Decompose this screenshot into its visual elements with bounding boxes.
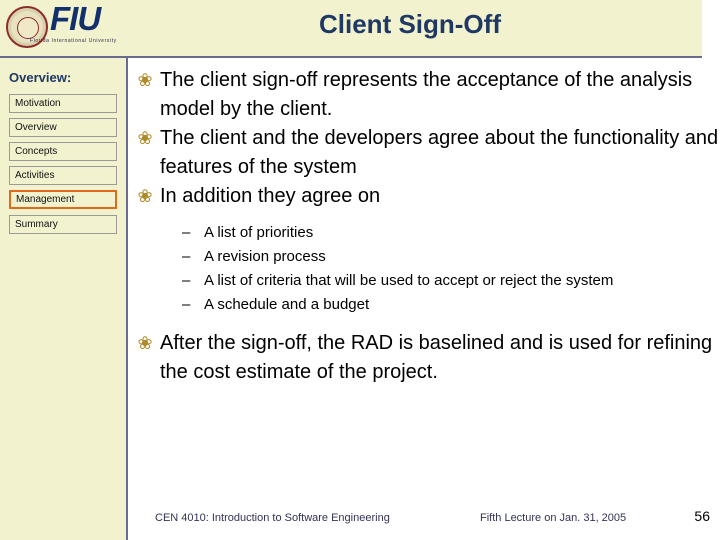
flower-bullet-icon: ❀	[137, 128, 153, 148]
sub-bullet-text: A list of criteria that will be used to …	[204, 272, 614, 289]
sidebar-item-activities[interactable]: Activities	[9, 166, 117, 185]
sub-bullet-item: – A list of criteria that will be used t…	[182, 269, 720, 293]
footer: CEN 4010: Introduction to Software Engin…	[130, 512, 690, 532]
sub-bullet-item: – A list of priorities	[182, 221, 720, 245]
bullet-text: After the sign-off, the RAD is baselined…	[160, 332, 713, 383]
sidebar-item-concepts[interactable]: Concepts	[9, 142, 117, 161]
sidebar-heading: Overview:	[9, 70, 72, 85]
dash-bullet-icon: –	[182, 224, 191, 241]
bullet-item: ❀ The client sign-off represents the acc…	[130, 66, 720, 124]
sidebar-item-overview[interactable]: Overview	[9, 118, 117, 137]
logo-subtitle: Florida International University	[30, 38, 117, 44]
bullet-text: The client and the developers agree abou…	[160, 127, 719, 178]
bullet-item: ❀ After the sign-off, the RAD is baselin…	[130, 329, 720, 387]
page-number: 56	[694, 508, 710, 524]
slide-body: ❀ The client sign-off represents the acc…	[130, 66, 720, 506]
sub-bullet-item: – A schedule and a budget	[182, 293, 720, 317]
bullet-text: The client sign-off represents the accep…	[160, 69, 693, 120]
fiu-logo: FIU Florida International University	[0, 0, 128, 58]
sidebar-item-label: Management	[16, 194, 75, 205]
sidebar-item-management[interactable]: Management	[9, 190, 117, 209]
sidebar-item-label: Motivation	[15, 98, 61, 109]
bullet-item: ❀ In addition they agree on	[130, 182, 720, 211]
logo-wordmark: FIU	[50, 0, 101, 37]
sub-bullet-list: – A list of priorities – A revision proc…	[182, 221, 720, 317]
sidebar-item-summary[interactable]: Summary	[9, 215, 117, 234]
bullet-item: ❀ The client and the developers agree ab…	[130, 124, 720, 182]
sub-bullet-text: A schedule and a budget	[204, 296, 370, 313]
sidebar-item-motivation[interactable]: Motivation	[9, 94, 117, 113]
sidebar-item-label: Concepts	[15, 146, 58, 157]
dash-bullet-icon: –	[182, 296, 191, 313]
sidebar-item-label: Activities	[15, 170, 55, 181]
banner-right-margin	[702, 0, 720, 58]
sub-bullet-text: A revision process	[204, 248, 326, 265]
flower-bullet-icon: ❀	[137, 333, 153, 353]
sub-bullet-text: A list of priorities	[204, 224, 314, 241]
sidebar: Overview: Motivation Overview Concepts A…	[0, 58, 128, 540]
flower-bullet-icon: ❀	[137, 186, 153, 206]
dash-bullet-icon: –	[182, 248, 191, 265]
footer-lecture-label: Fifth Lecture on Jan. 31, 2005	[480, 512, 627, 524]
slide: Client Sign-Off FIU Florida Internationa…	[0, 0, 720, 540]
bullet-text: In addition they agree on	[160, 185, 381, 207]
page-title: Client Sign-Off	[319, 9, 501, 39]
footer-course-label: CEN 4010: Introduction to Software Engin…	[155, 512, 390, 524]
flower-bullet-icon: ❀	[137, 70, 153, 90]
sidebar-item-label: Overview	[15, 122, 57, 133]
sidebar-item-label: Summary	[15, 219, 58, 230]
sub-bullet-item: – A revision process	[182, 245, 720, 269]
dash-bullet-icon: –	[182, 272, 191, 289]
